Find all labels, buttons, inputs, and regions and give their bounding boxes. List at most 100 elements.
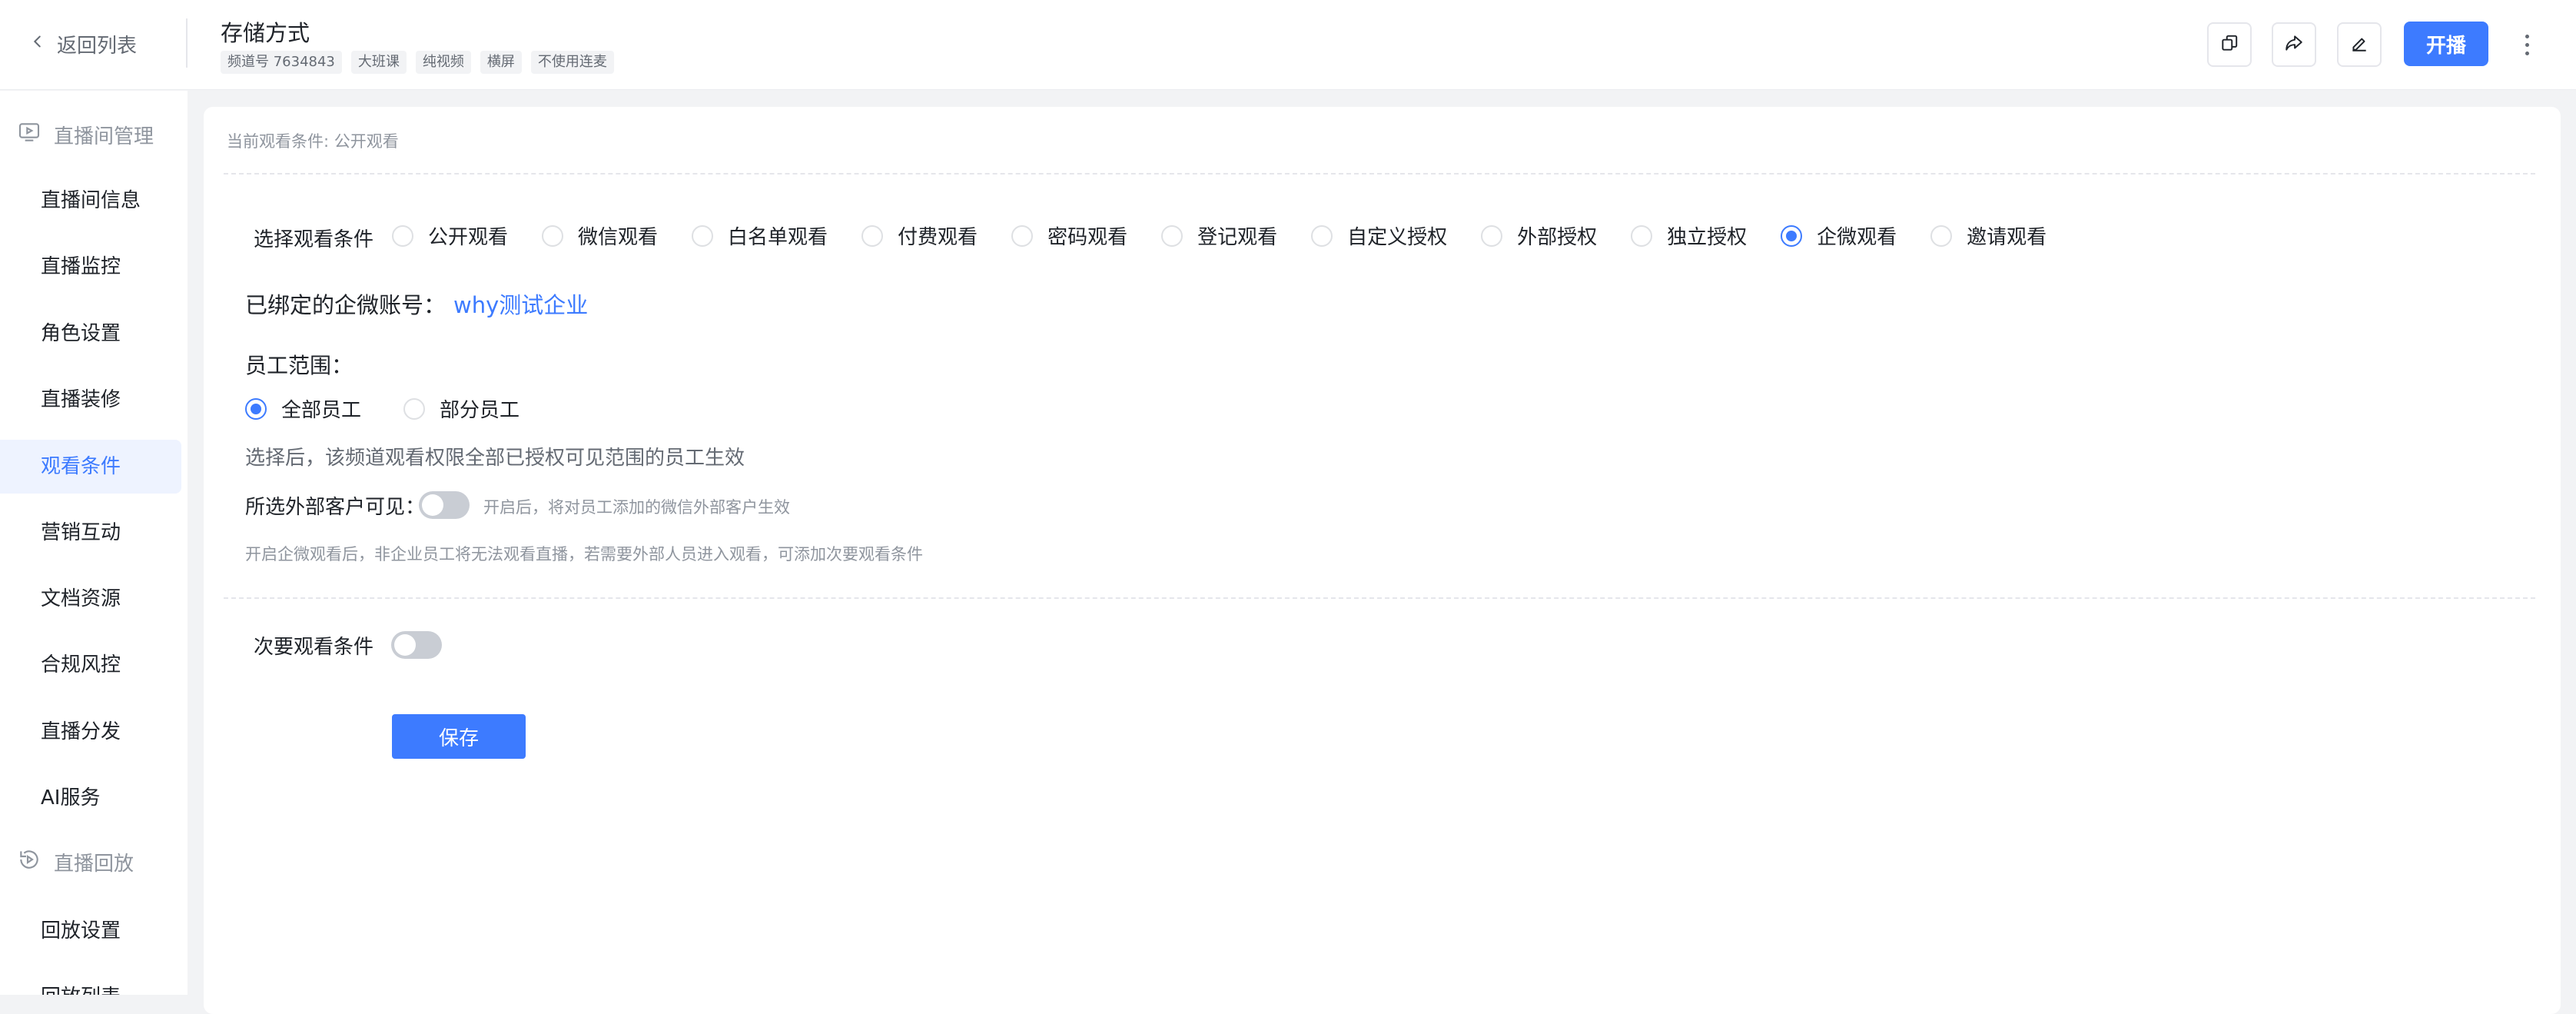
- secondary-condition-label: 次要观看条件: [254, 636, 374, 659]
- sidebar-group-live-management: 直播间管理: [17, 120, 154, 150]
- staff-scope-radio-group: 全部员工 部分员工: [245, 394, 520, 423]
- dashed-divider: [224, 597, 2535, 599]
- radio-circle: [1481, 224, 1503, 247]
- radio-circle-checked: [245, 397, 267, 420]
- more-menu-button[interactable]: [2513, 28, 2541, 62]
- radio-register-watch[interactable]: 登记观看: [1161, 221, 1277, 250]
- radio-paid-watch[interactable]: 付费观看: [861, 221, 978, 250]
- channel-id-tag: 频道号 7634843: [221, 51, 342, 74]
- radio-label: 部分员工: [440, 399, 520, 422]
- sidebar-item-ai-service[interactable]: AI服务: [0, 771, 181, 825]
- radio-circle: [1011, 224, 1034, 247]
- secondary-condition-toggle[interactable]: [391, 631, 442, 659]
- replay-icon: [17, 847, 41, 877]
- radio-whitelist-watch[interactable]: 白名单观看: [692, 221, 828, 250]
- share-icon: [2284, 33, 2304, 56]
- radio-label: 付费观看: [898, 226, 978, 249]
- external-visible-hint: 开启后，将对员工添加的微信外部客户生效: [483, 498, 790, 517]
- external-visible-label: 所选外部客户可见：: [245, 496, 426, 519]
- sidebar: 直播间管理 直播间信息 直播监控 角色设置 直播装修 观看条件 营销互动 文档资…: [0, 91, 188, 995]
- radio-label: 白名单观看: [728, 226, 828, 249]
- top-header: 返回列表 存储方式 频道号 7634843 大班课 纯视频 横屏 不使用连麦 开…: [0, 0, 2576, 90]
- staff-scope-label: 员工范围：: [245, 353, 354, 378]
- radio-circle: [692, 224, 714, 247]
- sidebar-item-compliance[interactable]: 合规风控: [0, 638, 181, 692]
- radio-label: 外部授权: [1517, 226, 1598, 249]
- more-dot-icon: [2525, 51, 2529, 55]
- more-dot-icon: [2525, 34, 2529, 38]
- select-condition-label: 选择观看条件: [254, 228, 374, 251]
- bound-account-link[interactable]: why测试企业: [453, 292, 588, 318]
- radio-circle: [403, 397, 426, 420]
- radio-label: 公开观看: [428, 226, 509, 249]
- radio-external-auth[interactable]: 外部授权: [1481, 221, 1597, 250]
- edit-button[interactable]: [2337, 22, 2382, 67]
- radio-label: 企微观看: [1817, 226, 1897, 249]
- staff-scope-hint: 选择后，该频道观看权限全部已授权可见范围的员工生效: [245, 447, 745, 470]
- start-live-button[interactable]: 开播: [2404, 22, 2488, 66]
- sidebar-item-watch-conditions[interactable]: 观看条件: [0, 440, 181, 494]
- tag-video-type: 纯视频: [415, 51, 471, 74]
- save-button[interactable]: 保存: [392, 714, 526, 759]
- copy-icon: [2219, 33, 2239, 56]
- page-title: 存储方式: [221, 20, 310, 46]
- sidebar-item-marketing[interactable]: 营销互动: [0, 506, 181, 560]
- radio-invite-watch[interactable]: 邀请观看: [1930, 221, 2047, 250]
- main-panel: 当前观看条件: 公开观看 选择观看条件 公开观看 微信观看 白名单观看 付费观看…: [204, 107, 2561, 1014]
- radio-label: 微信观看: [578, 226, 659, 249]
- sidebar-group-replay: 直播回放: [17, 847, 134, 877]
- radio-circle-checked: [1781, 224, 1803, 247]
- radio-independent-auth[interactable]: 独立授权: [1631, 221, 1747, 250]
- sidebar-item-replay-list[interactable]: 回放列表: [0, 970, 181, 995]
- back-label: 返回列表: [57, 34, 138, 58]
- sidebar-item-room-info[interactable]: 直播间信息: [0, 174, 181, 228]
- radio-circle: [392, 224, 413, 247]
- radio-public-watch[interactable]: 公开观看: [392, 221, 508, 250]
- radio-wechat-watch[interactable]: 微信观看: [542, 221, 658, 250]
- sidebar-item-documents[interactable]: 文档资源: [0, 572, 181, 626]
- radio-circle: [1161, 224, 1183, 247]
- sidebar-item-roles[interactable]: 角色设置: [0, 307, 181, 361]
- radio-label: 独立授权: [1667, 226, 1748, 249]
- radio-circle: [861, 224, 884, 247]
- radio-all-staff[interactable]: 全部员工: [245, 394, 361, 423]
- radio-circle: [1311, 224, 1333, 247]
- radio-label: 密码观看: [1047, 226, 1128, 249]
- sidebar-item-decoration[interactable]: 直播装修: [0, 373, 181, 427]
- radio-label: 全部员工: [281, 399, 362, 422]
- sidebar-group-label: 直播回放: [54, 853, 134, 876]
- watch-condition-radio-group: 公开观看 微信观看 白名单观看 付费观看 密码观看 登记观看 自定义授权 外部授…: [392, 221, 2047, 250]
- chevron-left-icon: [29, 32, 46, 55]
- wecom-notice: 开启企微观看后，非企业员工将无法观看直播，若需要外部人员进入观看，可添加次要观看…: [245, 545, 923, 564]
- copy-button[interactable]: [2207, 22, 2252, 67]
- radio-circle: [1631, 224, 1653, 247]
- bound-account-label: 已绑定的企微账号：: [245, 292, 446, 318]
- sidebar-group-label: 直播间管理: [54, 125, 154, 148]
- tag-mic-link: 不使用连麦: [530, 51, 614, 74]
- tag-orientation: 横屏: [480, 51, 522, 74]
- live-room-icon: [17, 120, 41, 150]
- share-button[interactable]: [2272, 22, 2316, 67]
- header-divider: [186, 18, 188, 68]
- radio-label: 自定义授权: [1347, 226, 1448, 249]
- radio-circle: [542, 224, 564, 247]
- radio-password-watch[interactable]: 密码观看: [1011, 221, 1127, 250]
- bound-wecom-account: 已绑定的企微账号： why测试企业: [245, 288, 588, 320]
- back-to-list-button[interactable]: 返回列表: [29, 28, 137, 59]
- channel-tags: 频道号 7634843 大班课 纯视频 横屏 不使用连麦: [221, 51, 614, 74]
- radio-label: 登记观看: [1197, 226, 1278, 249]
- radio-partial-staff[interactable]: 部分员工: [403, 394, 520, 423]
- radio-label: 邀请观看: [1967, 226, 2047, 249]
- sidebar-item-distribution[interactable]: 直播分发: [0, 705, 181, 759]
- radio-custom-auth[interactable]: 自定义授权: [1311, 221, 1447, 250]
- dashed-divider: [224, 173, 2535, 175]
- external-visible-toggle[interactable]: [419, 491, 470, 519]
- current-condition-text: 当前观看条件: 公开观看: [227, 132, 399, 151]
- more-dot-icon: [2525, 42, 2529, 47]
- sidebar-item-monitor[interactable]: 直播监控: [0, 240, 181, 294]
- sidebar-item-replay-settings[interactable]: 回放设置: [0, 904, 181, 958]
- tag-class-type: 大班课: [350, 51, 407, 74]
- radio-circle: [1930, 224, 1953, 247]
- radio-wecom-watch[interactable]: 企微观看: [1781, 221, 1897, 250]
- pencil-icon: [2349, 33, 2369, 56]
